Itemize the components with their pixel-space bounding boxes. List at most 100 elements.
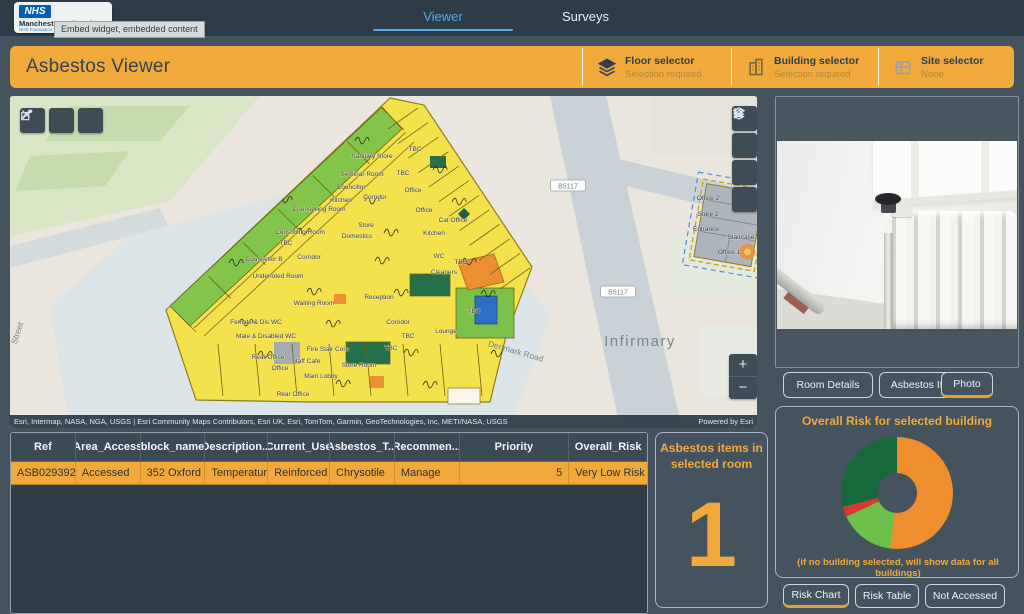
tab-risk-table[interactable]: Risk Table <box>855 584 919 608</box>
page-title: Asbestos Viewer <box>26 46 170 88</box>
legend-button[interactable] <box>732 133 757 158</box>
table-cell: Chrysotile <box>330 462 395 484</box>
svg-text:Office: Office <box>272 365 289 372</box>
map-attribution: Esri, Intermap, NASA, NGA, USGS | Esri C… <box>10 415 757 428</box>
building-selector[interactable]: Building selector Selection required <box>731 48 892 86</box>
svg-text:B5117: B5117 <box>608 290 628 297</box>
svg-text:Staircase: Staircase <box>727 234 754 241</box>
table-cell: Accessed <box>76 462 141 484</box>
svg-text:Cat Office: Cat Office <box>439 217 468 224</box>
column-header[interactable]: Current_Use <box>268 433 330 461</box>
svg-text:Waiting Room: Waiting Room <box>294 300 335 307</box>
svg-text:Store: Store <box>358 222 374 229</box>
selector-label: Floor selector <box>625 55 702 67</box>
column-header[interactable]: Asbestos_T... <box>330 433 395 461</box>
photo-panel <box>775 96 1019 368</box>
table-cell: 352 Oxford ... <box>141 462 206 484</box>
selector-label: Site selector <box>921 55 983 67</box>
svg-text:Office: Office <box>416 207 433 214</box>
column-header[interactable]: Area_Access <box>76 433 141 461</box>
svg-text:TBC: TBC <box>468 308 481 315</box>
table-cell: 5 <box>460 462 570 484</box>
tab-surveys[interactable]: Surveys <box>538 0 633 34</box>
svg-text:Seminar Room: Seminar Room <box>340 171 383 178</box>
svg-text:Rear Office: Rear Office <box>277 391 310 398</box>
map-tools-right <box>732 106 757 212</box>
svg-text:Entrance: Entrance <box>693 226 719 233</box>
layers-button[interactable] <box>732 160 757 185</box>
floor-selector[interactable]: Floor selector Selection required <box>582 48 745 86</box>
table-row[interactable]: ASB029392Accessed352 Oxford ...Temperatu… <box>11 462 647 485</box>
asbestos-viewer-app: Viewer Surveys NHS Manchester University… <box>0 0 1024 614</box>
svg-text:WC: WC <box>434 253 445 260</box>
selector-value: None <box>921 69 983 80</box>
site-selector[interactable]: Site selector None <box>878 48 1024 86</box>
tab-room-details[interactable]: Room Details <box>783 372 873 398</box>
column-header[interactable]: Ref <box>11 433 76 461</box>
svg-text:Consulting Room: Consulting Room <box>275 229 325 236</box>
svg-text:B5117: B5117 <box>558 184 578 191</box>
photo-radiator <box>885 211 1017 329</box>
column-header[interactable]: Overall_Risk <box>569 433 647 461</box>
svg-text:TBC: TBC <box>402 333 415 340</box>
map-graphics: TBCSanitary StoreSeminar RoomTBCCouncill… <box>10 96 757 428</box>
svg-text:Domestics: Domestics <box>342 233 373 240</box>
nhs-logo-mark: NHS <box>19 5 51 18</box>
svg-text:TBC: TBC <box>280 240 293 247</box>
collapse-left-button[interactable] <box>732 187 757 212</box>
risk-panel: Overall Risk for selected building (if n… <box>775 406 1019 578</box>
tab-viewer[interactable]: Viewer <box>373 0 513 34</box>
site-icon <box>893 57 913 77</box>
risk-panel-caption: (if no building selected, will show data… <box>780 557 1016 579</box>
svg-text:Kitchen: Kitchen <box>423 230 445 237</box>
svg-text:Undenoted Room: Undenoted Room <box>253 273 304 280</box>
svg-text:Office: Office <box>405 187 422 194</box>
tab-risk-chart[interactable]: Risk Chart <box>783 584 849 608</box>
powered-by-esri: Powered by Esri <box>698 415 753 428</box>
column-header[interactable]: block_name <box>141 433 206 461</box>
map-tools-left <box>20 108 103 133</box>
risk-panel-title: Overall Risk for selected building <box>776 414 1018 428</box>
items-panel-title: Asbestos items in selected room <box>656 441 767 472</box>
svg-text:Counselling Room: Counselling Room <box>292 206 345 213</box>
selector-value: Selection required <box>774 69 859 80</box>
tab-not-accessed[interactable]: Not Accessed <box>925 584 1005 608</box>
map-canvas[interactable]: TBCSanitary StoreSeminar RoomTBCCouncill… <box>10 96 757 428</box>
svg-text:TBC: TBC <box>385 345 398 352</box>
svg-text:Lounge: Lounge <box>435 328 457 335</box>
svg-text:Fire Stair Core: Fire Stair Core <box>307 346 350 353</box>
selector-value: Selection required <box>625 69 702 80</box>
tab-photo[interactable]: Photo <box>941 372 993 398</box>
svg-text:Main Lobby: Main Lobby <box>304 373 338 380</box>
export-map-button[interactable] <box>49 108 74 133</box>
asbestos-table: RefArea_Accessblock_nameDescription...Cu… <box>10 432 648 614</box>
table-cell: Manage <box>395 462 460 484</box>
close-icon <box>20 108 32 120</box>
svg-text:Cleaners: Cleaners <box>431 269 458 276</box>
table-cell: Reinforced C... <box>268 462 330 484</box>
svg-text:Counsellor B: Counsellor B <box>245 256 282 263</box>
svg-text:Infirmary: Infirmary <box>604 333 676 350</box>
svg-text:Store 2: Store 2 <box>698 211 719 218</box>
embed-tooltip: Embed widget, embedded content <box>54 21 205 38</box>
zoom-out-button[interactable]: − <box>729 376 757 399</box>
building-icon <box>746 57 766 77</box>
svg-text:TBC: TBC <box>409 146 422 153</box>
svg-text:Reception: Reception <box>364 294 394 301</box>
column-header[interactable]: Recommen... <box>395 433 460 461</box>
layers-icon <box>597 57 617 77</box>
svg-text:Store Room: Store Room <box>342 362 377 369</box>
svg-text:Corridor: Corridor <box>386 319 410 326</box>
zoom-control: + − <box>729 354 757 399</box>
table-cell: Very Low Risk <box>569 462 647 484</box>
zoom-in-button[interactable]: + <box>729 354 757 376</box>
svg-text:Kitchen: Kitchen <box>330 197 352 204</box>
close-tool-button[interactable] <box>78 108 103 133</box>
column-header[interactable]: Priority <box>460 433 570 461</box>
photo-pipe <box>884 233 893 329</box>
table-body: ASB029392Accessed352 Oxford ...Temperatu… <box>11 462 647 485</box>
items-panel: Asbestos items in selected room 1 <box>655 432 768 608</box>
svg-text:Councillor: Councillor <box>337 184 367 191</box>
svg-text:Rear Office: Rear Office <box>252 354 285 361</box>
column-header[interactable]: Description... <box>205 433 268 461</box>
